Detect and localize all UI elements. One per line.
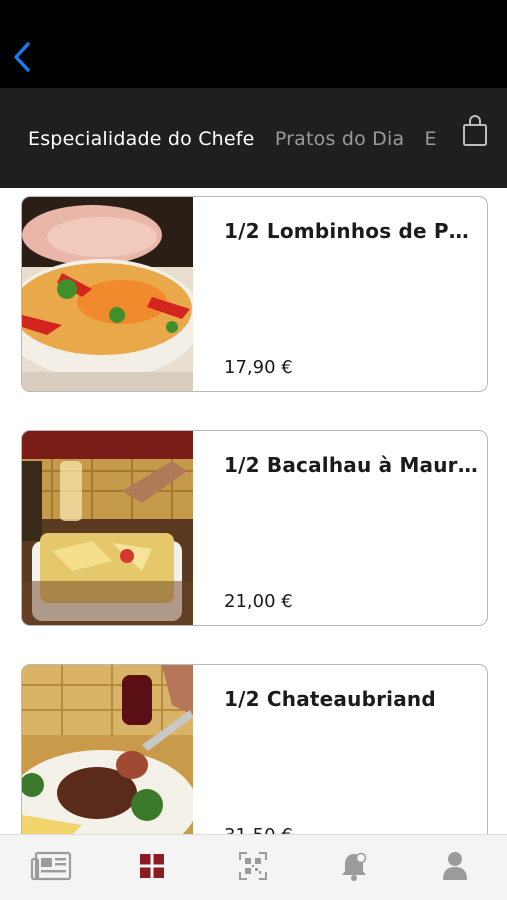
dish-name: 1/2 Bacalhau à Mauri... (224, 453, 482, 477)
bell-icon (342, 852, 367, 881)
top-app-bar (0, 0, 507, 88)
back-button[interactable] (8, 38, 36, 78)
category-tabs: Especialidade do Chefe Pratos do Dia E (28, 128, 453, 150)
nav-qr-scan[interactable] (230, 843, 276, 889)
menu-item-card[interactable]: 1/2 Bacalhau à Mauri... 21,00 € (21, 430, 488, 626)
user-icon (443, 852, 467, 880)
dish-photo (22, 665, 193, 834)
nav-notifications[interactable] (331, 843, 377, 889)
nav-menu[interactable] (129, 843, 175, 889)
dish-price: 31,50 € (224, 825, 293, 834)
qr-code-icon (239, 852, 267, 880)
chevron-left-icon (14, 42, 30, 72)
tab-especialidade-do-chefe[interactable]: Especialidade do Chefe (28, 128, 255, 150)
menu-grid-icon (140, 854, 164, 878)
category-bar: Especialidade do Chefe Pratos do Dia E (0, 88, 507, 188)
tab-next-category[interactable]: E (425, 128, 437, 150)
nav-profile[interactable] (432, 843, 478, 889)
dish-photo (22, 431, 193, 625)
dish-price: 21,00 € (224, 591, 293, 612)
nav-news[interactable] (28, 843, 74, 889)
menu-item-card[interactable]: 1/2 Lombinhos de Pes... 17,90 € (21, 196, 488, 392)
menu-item-list[interactable]: 1/2 Lombinhos de Pes... 17,90 € 1/2 Baca… (0, 188, 507, 834)
dish-name: 1/2 Chateaubriand (224, 687, 436, 711)
cart-button[interactable] (462, 115, 488, 147)
bottom-navigation (0, 834, 507, 900)
menu-item-card[interactable]: 1/2 Chateaubriand 31,50 € (21, 664, 488, 834)
dish-price: 17,90 € (224, 357, 293, 378)
tab-pratos-do-dia[interactable]: Pratos do Dia (275, 128, 404, 150)
dish-name: 1/2 Lombinhos de Pes... (224, 219, 482, 243)
shopping-bag-icon (463, 115, 487, 146)
news-icon (30, 851, 72, 881)
dish-photo (22, 197, 193, 391)
